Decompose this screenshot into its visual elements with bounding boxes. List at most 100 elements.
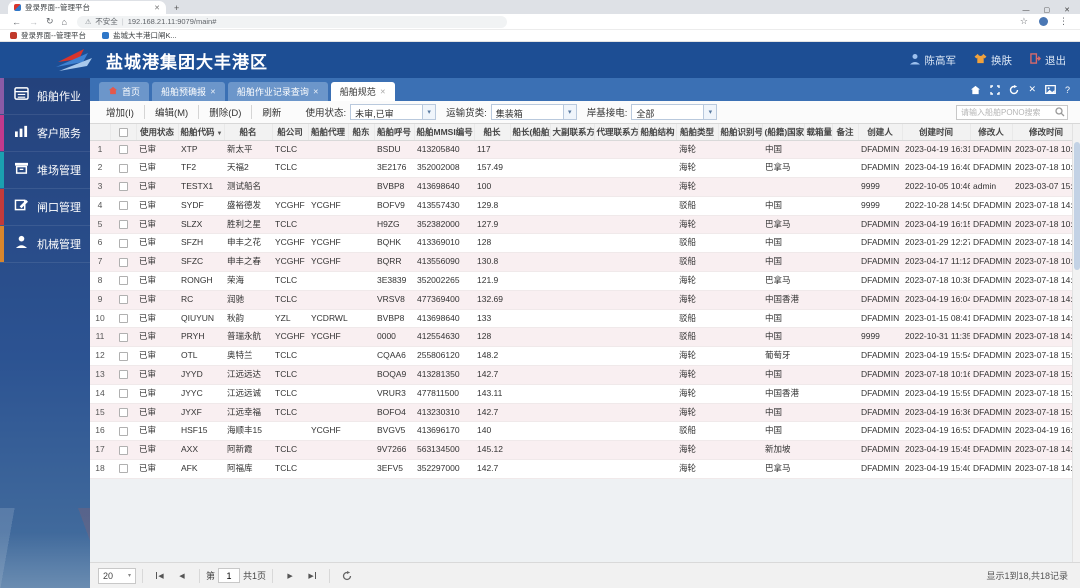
row-checkbox[interactable]	[118, 182, 128, 192]
row-checkbox[interactable]	[118, 407, 128, 417]
column-header[interactable]: 使用状态	[136, 124, 179, 141]
page-size-select[interactable]: 20 ▾	[98, 567, 136, 584]
content-tab-ship-work-record-query[interactable]: 船舶作业记录查询 ✕	[227, 82, 328, 101]
fullscreen-icon[interactable]	[990, 84, 1001, 95]
column-header[interactable]: 船名	[224, 124, 273, 141]
column-header[interactable]: 创建人	[858, 124, 903, 141]
browser-tab[interactable]: 登录界面--管理平台 ✕	[8, 1, 166, 14]
sidebar-item-machinery-management[interactable]: 机械管理	[0, 226, 90, 263]
bookmark-star-icon[interactable]: ☆	[1020, 16, 1028, 27]
screenshot-icon[interactable]	[1045, 85, 1056, 94]
column-header[interactable]: 船东	[348, 124, 375, 141]
reload-grid-button[interactable]	[336, 568, 358, 584]
tab-close-icon[interactable]: ✕	[154, 4, 160, 12]
filter-combobox-cargo-type[interactable]: 集装箱 ▾	[490, 104, 577, 120]
table-row[interactable]: 7 已审 SFZC 申丰之春 YCGHF YCGHF BQRR 413556090 130.8 驳…	[90, 252, 1080, 273]
table-row[interactable]: 16 已审 HSF15 海顺丰15 YCGHF BVGV5 413696170 140 驳船 中国…	[90, 421, 1080, 442]
search-icon[interactable]	[1053, 107, 1067, 117]
table-row[interactable]: 8 已审 RONGH 荣海 TCLC 3E3839 352002265 121.9 海轮 巴拿马 D…	[90, 271, 1080, 291]
bookmark-item[interactable]: 盐城大丰港口闸K...	[102, 30, 177, 41]
scrollbar-thumb[interactable]	[1073, 142, 1080, 270]
row-checkbox[interactable]	[118, 144, 128, 154]
column-header[interactable]: 船舶结构	[638, 124, 677, 141]
content-tab-ship-pre-report[interactable]: 船舶预确报 ✕	[152, 82, 225, 101]
table-row[interactable]: 17 已审 AXX 阿新霞 TCLC 9V7266 563134500 145.12 海轮 新加坡…	[90, 440, 1080, 461]
help-icon[interactable]: ?	[1065, 85, 1070, 95]
content-tab-home[interactable]: 首页	[99, 82, 150, 101]
first-page-button[interactable]: ◀	[149, 568, 171, 584]
table-row[interactable]: 2 已审 TF2 天福2 TCLC 3E2176 352002008 157.49 海轮 巴拿马 D…	[90, 158, 1080, 179]
table-row[interactable]: 14 已审 JYYC 江远远诚 TCLC VRUR3 477811500 143.11 海轮 中国…	[90, 384, 1080, 404]
table-row[interactable]: 5 已审 SLZX 胜利之星 TCLC H9ZG 352382000 127.9 海轮 巴拿马 DF…	[90, 215, 1080, 235]
row-checkbox[interactable]	[118, 464, 128, 474]
row-checkbox[interactable]	[118, 219, 128, 229]
window-minimize-button[interactable]: —	[1023, 7, 1030, 14]
window-close-button[interactable]: ✕	[1064, 6, 1070, 14]
tab-close-icon[interactable]: ✕	[380, 88, 386, 96]
column-header[interactable]: 船长(船舶)	[510, 124, 551, 141]
table-row[interactable]: 13 已审 JYYD 江远远达 TCLC BOQA9 413281350 142.7 海轮 中国 D…	[90, 365, 1080, 385]
table-row[interactable]: 18 已审 AFK 阿福库 TCLC 3EFV5 352297000 142.7 海轮 巴拿马 DF…	[90, 459, 1080, 479]
column-header[interactable]: 修改人	[970, 124, 1013, 141]
row-checkbox[interactable]	[118, 351, 128, 361]
delete-button[interactable]: 删除(D)	[198, 105, 251, 119]
profile-avatar[interactable]	[1039, 17, 1048, 26]
row-checkbox[interactable]	[118, 313, 128, 323]
tab-close-icon[interactable]: ✕	[210, 88, 216, 96]
sidebar-item-ship-operations[interactable]: 船舶作业	[0, 78, 90, 115]
column-header[interactable]: 载箱量	[804, 124, 833, 141]
column-header[interactable]: 备注	[832, 124, 859, 141]
row-checkbox[interactable]	[118, 295, 128, 305]
prev-page-button[interactable]: ◀	[171, 568, 193, 584]
refresh-button[interactable]: 刷新	[251, 105, 291, 119]
table-row[interactable]: 9 已审 RC 润驰 TCLC VRSV8 477369400 132.69 海轮 中国香港 DFA…	[90, 290, 1080, 310]
select-all-checkbox[interactable]	[118, 127, 128, 137]
column-header[interactable]: 船舶识别号	[718, 124, 763, 141]
column-header[interactable]: 船长	[474, 124, 511, 141]
table-row[interactable]: 3 已审 TESTX1 测试船名 BVBP8 413698640 100 海轮 9999 2022…	[90, 177, 1080, 197]
bookmark-item[interactable]: 登录界面--管理平台	[10, 30, 86, 41]
panel-home-icon[interactable]	[970, 85, 981, 95]
next-page-button[interactable]: ▶	[279, 568, 301, 584]
logout-button[interactable]: 退出	[1030, 53, 1066, 68]
column-header[interactable]: 创建时间	[902, 124, 971, 141]
column-header[interactable]: 船舶类型	[676, 124, 719, 141]
back-button[interactable]: ←	[12, 17, 21, 27]
tab-close-icon[interactable]: ✕	[313, 88, 319, 96]
row-checkbox[interactable]	[118, 389, 128, 399]
add-button[interactable]: 增加(I)	[96, 105, 144, 119]
new-tab-button[interactable]: +	[174, 2, 179, 14]
column-header[interactable]: 代理联系方式	[594, 124, 639, 141]
table-row[interactable]: 1 已审 XTP 新太平 TCLC BSDU 413205840 117 海轮 中国 DFADMIN…	[90, 140, 1080, 160]
column-header[interactable]: 船舶代码 ▼	[178, 124, 225, 141]
sidebar-item-customer-service[interactable]: 客户服务	[0, 115, 90, 152]
reload-button[interactable]: ↻	[46, 16, 54, 27]
address-field[interactable]: ⚠ 不安全 | 192.168.21.11:9079/main#	[76, 15, 507, 28]
column-header[interactable]: 大副联系方式	[550, 124, 595, 141]
page-number-input[interactable]	[218, 568, 241, 583]
row-checkbox[interactable]	[118, 332, 128, 342]
row-checkbox[interactable]	[118, 445, 128, 455]
table-row[interactable]: 10 已审 QIUYUN 秋韵 YZL YCDRWL BVBP8 413698640 133 驳船…	[90, 309, 1080, 329]
search-input[interactable]	[957, 107, 1053, 117]
table-row[interactable]: 12 已审 OTL 奥特兰 TCLC CQAA6 255806120 148.2 海轮 葡萄牙 DF…	[90, 346, 1080, 367]
row-checkbox[interactable]	[118, 163, 128, 173]
window-maximize-button[interactable]: ▢	[1044, 6, 1051, 14]
column-header[interactable]: 船舶代理	[308, 124, 349, 141]
column-header[interactable]: (船籍)国家	[762, 124, 805, 141]
column-header[interactable]: 船公司	[272, 124, 309, 141]
browser-menu-icon[interactable]: ⋮	[1059, 16, 1068, 27]
forward-button[interactable]: →	[29, 17, 38, 27]
table-row[interactable]: 6 已审 SFZH 申丰之花 YCGHF YCGHF BQHK 413369010 128 驳船中…	[90, 233, 1080, 254]
column-header[interactable]: 船舶呼号	[374, 124, 415, 141]
content-tab-ship-standard[interactable]: 船舶规范 ✕	[330, 82, 395, 101]
row-checkbox[interactable]	[118, 276, 128, 286]
table-row[interactable]: 15 已审 JYXF 江远幸福 TCLC BOFO4 413230310 142.7 海轮 中国 D…	[90, 403, 1080, 423]
row-checkbox[interactable]	[118, 238, 128, 248]
row-checkbox[interactable]	[118, 201, 128, 211]
sidebar-item-yard-management[interactable]: 堆场管理	[0, 152, 90, 189]
column-header[interactable]: 修改时间	[1012, 124, 1080, 141]
edit-button[interactable]: 编辑(M)	[143, 105, 198, 119]
refresh-tab-icon[interactable]	[1009, 84, 1019, 95]
current-user[interactable]: 陈高军	[909, 53, 956, 68]
